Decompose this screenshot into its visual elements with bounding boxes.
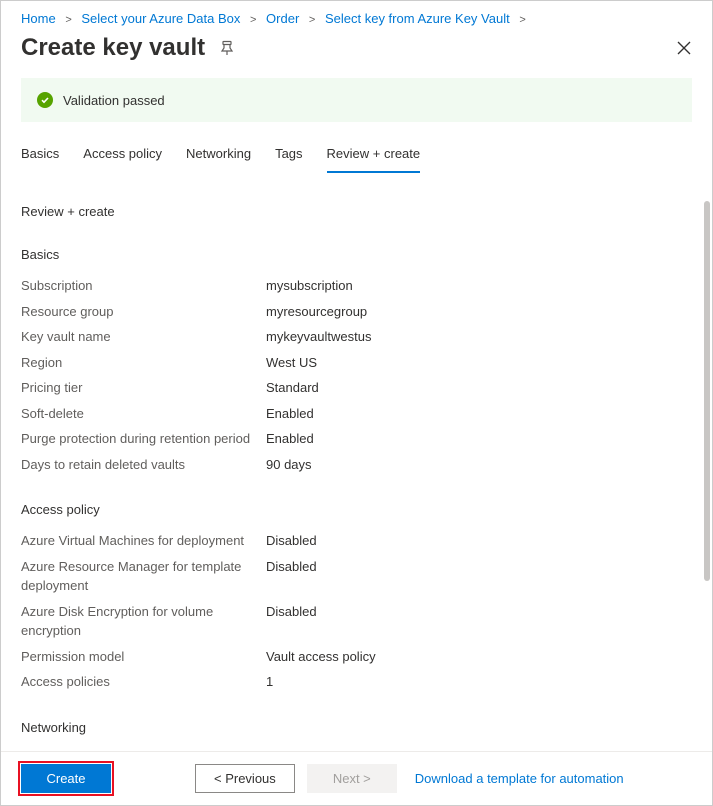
chevron-right-icon: > bbox=[65, 14, 71, 26]
value-access-policies: 1 bbox=[266, 672, 273, 692]
value-region: West US bbox=[266, 353, 317, 373]
label-disk-encryption: Azure Disk Encryption for volume encrypt… bbox=[21, 602, 266, 641]
label-subscription: Subscription bbox=[21, 276, 266, 296]
footer-bar: Create < Previous Next > Download a temp… bbox=[1, 751, 712, 805]
breadcrumb-home[interactable]: Home bbox=[21, 11, 56, 26]
value-avm-deployment: Disabled bbox=[266, 531, 317, 551]
label-retain-days: Days to retain deleted vaults bbox=[21, 455, 266, 475]
value-subscription: mysubscription bbox=[266, 276, 353, 296]
content-heading: Review + create bbox=[21, 204, 692, 219]
validation-message: Validation passed bbox=[63, 93, 165, 108]
content-area: Review + create Basics Subscriptionmysub… bbox=[1, 204, 712, 768]
page-title: Create key vault bbox=[21, 34, 205, 62]
tab-networking[interactable]: Networking bbox=[186, 140, 251, 173]
value-arm-template: Disabled bbox=[266, 557, 317, 596]
label-access-policies: Access policies bbox=[21, 672, 266, 692]
label-region: Region bbox=[21, 353, 266, 373]
create-button[interactable]: Create bbox=[21, 764, 111, 793]
tab-access-policy[interactable]: Access policy bbox=[83, 140, 162, 173]
pin-icon[interactable] bbox=[219, 40, 235, 56]
next-button: Next > bbox=[307, 764, 397, 793]
validation-banner: Validation passed bbox=[21, 78, 692, 122]
chevron-right-icon: > bbox=[519, 14, 525, 26]
tab-review-create[interactable]: Review + create bbox=[327, 140, 421, 173]
section-networking-title: Networking bbox=[21, 720, 692, 735]
page-header: Create key vault bbox=[1, 30, 712, 78]
label-soft-delete: Soft-delete bbox=[21, 404, 266, 424]
section-access-policy-title: Access policy bbox=[21, 502, 692, 517]
tab-tags[interactable]: Tags bbox=[275, 140, 302, 173]
value-permission-model: Vault access policy bbox=[266, 647, 376, 667]
value-purge-protection: Enabled bbox=[266, 429, 314, 449]
label-arm-template: Azure Resource Manager for template depl… bbox=[21, 557, 266, 596]
value-pricing-tier: Standard bbox=[266, 378, 319, 398]
value-key-vault-name: mykeyvaultwestus bbox=[266, 327, 371, 347]
label-permission-model: Permission model bbox=[21, 647, 266, 667]
label-purge-protection: Purge protection during retention period bbox=[21, 429, 266, 449]
label-avm-deployment: Azure Virtual Machines for deployment bbox=[21, 531, 266, 551]
check-circle-icon bbox=[37, 92, 53, 108]
section-basics-title: Basics bbox=[21, 247, 692, 262]
value-resource-group: myresourcegroup bbox=[266, 302, 367, 322]
tab-basics[interactable]: Basics bbox=[21, 140, 59, 173]
breadcrumb-databox[interactable]: Select your Azure Data Box bbox=[81, 11, 240, 26]
value-soft-delete: Enabled bbox=[266, 404, 314, 424]
breadcrumb-select-key[interactable]: Select key from Azure Key Vault bbox=[325, 11, 510, 26]
previous-button[interactable]: < Previous bbox=[195, 764, 295, 793]
scrollbar[interactable] bbox=[704, 201, 710, 581]
chevron-right-icon: > bbox=[250, 14, 256, 26]
breadcrumb: Home > Select your Azure Data Box > Orde… bbox=[1, 1, 712, 30]
label-resource-group: Resource group bbox=[21, 302, 266, 322]
download-template-link[interactable]: Download a template for automation bbox=[415, 771, 624, 786]
tabs: Basics Access policy Networking Tags Rev… bbox=[1, 140, 712, 174]
close-icon[interactable] bbox=[676, 40, 692, 56]
chevron-right-icon: > bbox=[309, 14, 315, 26]
label-pricing-tier: Pricing tier bbox=[21, 378, 266, 398]
value-retain-days: 90 days bbox=[266, 455, 312, 475]
label-key-vault-name: Key vault name bbox=[21, 327, 266, 347]
breadcrumb-order[interactable]: Order bbox=[266, 11, 299, 26]
value-disk-encryption: Disabled bbox=[266, 602, 317, 641]
